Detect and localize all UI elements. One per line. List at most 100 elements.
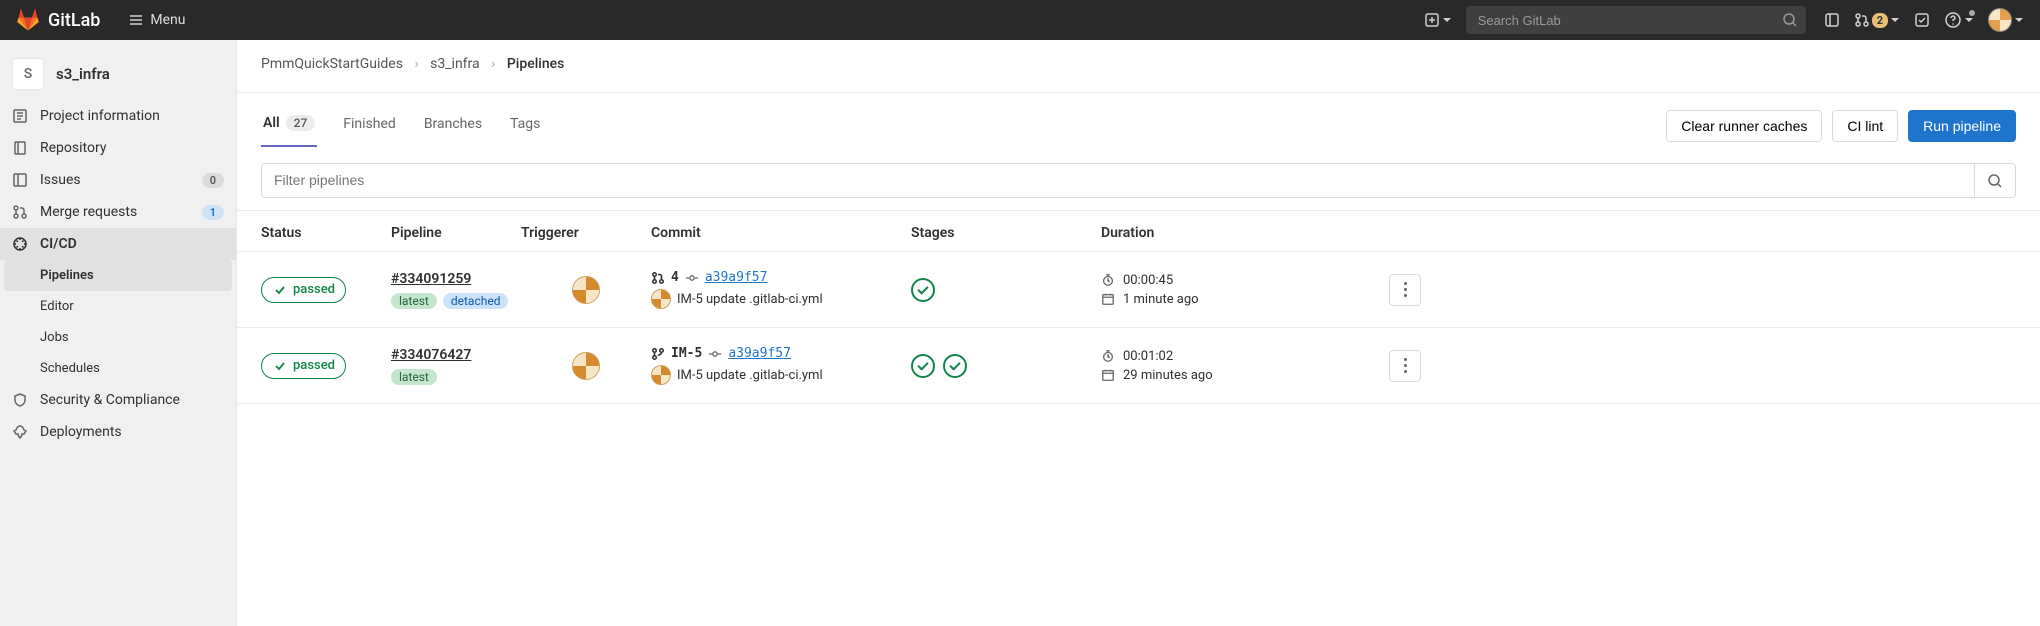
breadcrumb-project[interactable]: s3_infra <box>430 56 480 72</box>
todo-button[interactable] <box>1914 12 1930 28</box>
stage-passed-icon[interactable] <box>911 278 935 302</box>
issues-icon <box>12 172 28 188</box>
sidebar-item-schedules[interactable]: Schedules <box>0 353 236 384</box>
row-actions-button[interactable] <box>1389 350 1421 382</box>
ci-lint-button[interactable]: CI lint <box>1832 110 1898 142</box>
search-icon <box>1782 12 1798 28</box>
clear-runner-caches-button[interactable]: Clear runner caches <box>1666 110 1822 142</box>
sidebar-label: Merge requests <box>40 204 137 220</box>
sidebar-label: Security & Compliance <box>40 392 180 408</box>
triggerer-avatar[interactable] <box>572 352 600 380</box>
help-button[interactable] <box>1944 11 1974 29</box>
tab-count: 27 <box>286 115 316 131</box>
breadcrumb-sep: › <box>491 56 495 72</box>
tab-label: Branches <box>424 116 482 132</box>
sidebar-label: Deployments <box>40 424 122 440</box>
toolbar: All 27 Finished Branches Tags Clear runn… <box>237 92 2040 147</box>
issues-count-badge: 0 <box>202 173 224 188</box>
pipeline-id-link[interactable]: #334076427 <box>391 347 471 363</box>
sidebar-item-pipelines[interactable]: Pipelines <box>4 260 232 291</box>
sidebar-label: CI/CD <box>40 236 77 252</box>
search-icon <box>1987 173 2003 189</box>
top-nav: GitLab Menu 2 <box>0 0 2040 40</box>
run-pipeline-button[interactable]: Run pipeline <box>1908 110 2016 142</box>
sidebar-item-deployments[interactable]: Deployments <box>0 416 236 448</box>
search-input[interactable] <box>1474 13 1782 28</box>
cicd-icon <box>12 236 28 252</box>
calendar-icon <box>1101 292 1115 306</box>
stages-cell <box>911 354 1101 378</box>
triggerer-avatar[interactable] <box>572 276 600 304</box>
duration-text: 00:00:45 <box>1123 273 1173 288</box>
sidebar-item-editor[interactable]: Editor <box>0 291 236 322</box>
breadcrumb-current: Pipelines <box>507 56 565 72</box>
search-box[interactable] <box>1466 6 1806 34</box>
filter-input-wrap[interactable] <box>261 163 1975 198</box>
tab-branches[interactable]: Branches <box>422 105 484 147</box>
sidebar-item-security[interactable]: Security & Compliance <box>0 384 236 416</box>
timer-icon <box>1101 273 1115 287</box>
breadcrumb-group[interactable]: PmmQuickStartGuides <box>261 56 403 72</box>
status-badge-passed[interactable]: passed <box>261 353 346 379</box>
tab-finished[interactable]: Finished <box>341 105 398 147</box>
gitlab-logo-icon <box>16 8 40 32</box>
merge-requests-button[interactable]: 2 <box>1854 12 1900 28</box>
status-badge-passed[interactable]: passed <box>261 277 346 303</box>
mr-count-badge: 1 <box>202 205 224 220</box>
tab-label: All <box>263 115 280 131</box>
commit-sha-link[interactable]: a39a9f57 <box>705 270 768 285</box>
shield-icon <box>12 392 28 408</box>
commit-author-avatar[interactable] <box>651 289 671 309</box>
tab-all[interactable]: All 27 <box>261 105 317 147</box>
menu-button[interactable]: Menu <box>120 8 193 32</box>
col-commit: Commit <box>651 225 911 241</box>
commit-icon <box>685 271 699 285</box>
chevron-down-icon <box>1442 15 1452 25</box>
sidebar-label: Editor <box>40 299 74 314</box>
tab-tags[interactable]: Tags <box>508 105 542 147</box>
commit-ref[interactable]: IM-5 <box>671 346 702 361</box>
menu-label: Menu <box>150 12 185 28</box>
commit-ref[interactable]: 4 <box>671 270 679 285</box>
sidebar-item-issues[interactable]: Issues 0 <box>0 164 236 196</box>
commit-message[interactable]: IM-5 update .gitlab-ci.yml <box>677 292 823 307</box>
stage-passed-icon[interactable] <box>943 354 967 378</box>
sidebar-item-jobs[interactable]: Jobs <box>0 322 236 353</box>
check-circle-icon <box>272 282 288 298</box>
sidebar-item-project-info[interactable]: Project information <box>0 100 236 132</box>
table-header: Status Pipeline Triggerer Commit Stages … <box>237 211 2040 251</box>
brand-text: GitLab <box>48 10 100 31</box>
issues-button[interactable] <box>1824 12 1840 28</box>
filter-search-button[interactable] <box>1975 163 2016 198</box>
repository-icon <box>12 140 28 156</box>
duration-text: 00:01:02 <box>1123 349 1173 364</box>
filter-input[interactable] <box>274 172 1962 188</box>
commit-icon <box>708 347 722 361</box>
sidebar-item-merge-requests[interactable]: Merge requests 1 <box>0 196 236 228</box>
project-context[interactable]: S s3_infra <box>0 48 236 100</box>
issues-icon <box>1824 12 1840 28</box>
sidebar-item-cicd[interactable]: CI/CD <box>0 228 236 260</box>
breadcrumb-sep: › <box>414 56 418 72</box>
table-row: passed #334076427 latest IM-5 a39a9f57 I… <box>237 327 2040 404</box>
status-text: passed <box>293 282 335 297</box>
topnav-right: 2 <box>1424 6 2024 34</box>
mr-count-badge: 2 <box>1872 13 1888 28</box>
check-circle-icon <box>272 358 288 374</box>
create-new-button[interactable] <box>1424 12 1452 28</box>
commit-message[interactable]: IM-5 update .gitlab-ci.yml <box>677 368 823 383</box>
sidebar-item-repository[interactable]: Repository <box>0 132 236 164</box>
table-row: passed #334091259 latestdetached 4 a39a9… <box>237 251 2040 327</box>
pipeline-label-latest: latest <box>391 293 437 309</box>
stage-passed-icon[interactable] <box>911 354 935 378</box>
project-avatar: S <box>12 58 44 90</box>
user-menu-button[interactable] <box>1988 8 2024 32</box>
row-actions-button[interactable] <box>1389 274 1421 306</box>
help-icon <box>1944 11 1962 29</box>
hamburger-icon <box>128 12 144 28</box>
commit-author-avatar[interactable] <box>651 365 671 385</box>
sidebar-label: Schedules <box>40 361 100 376</box>
col-duration: Duration <box>1101 225 1361 241</box>
pipeline-id-link[interactable]: #334091259 <box>391 271 471 287</box>
commit-sha-link[interactable]: a39a9f57 <box>728 346 791 361</box>
